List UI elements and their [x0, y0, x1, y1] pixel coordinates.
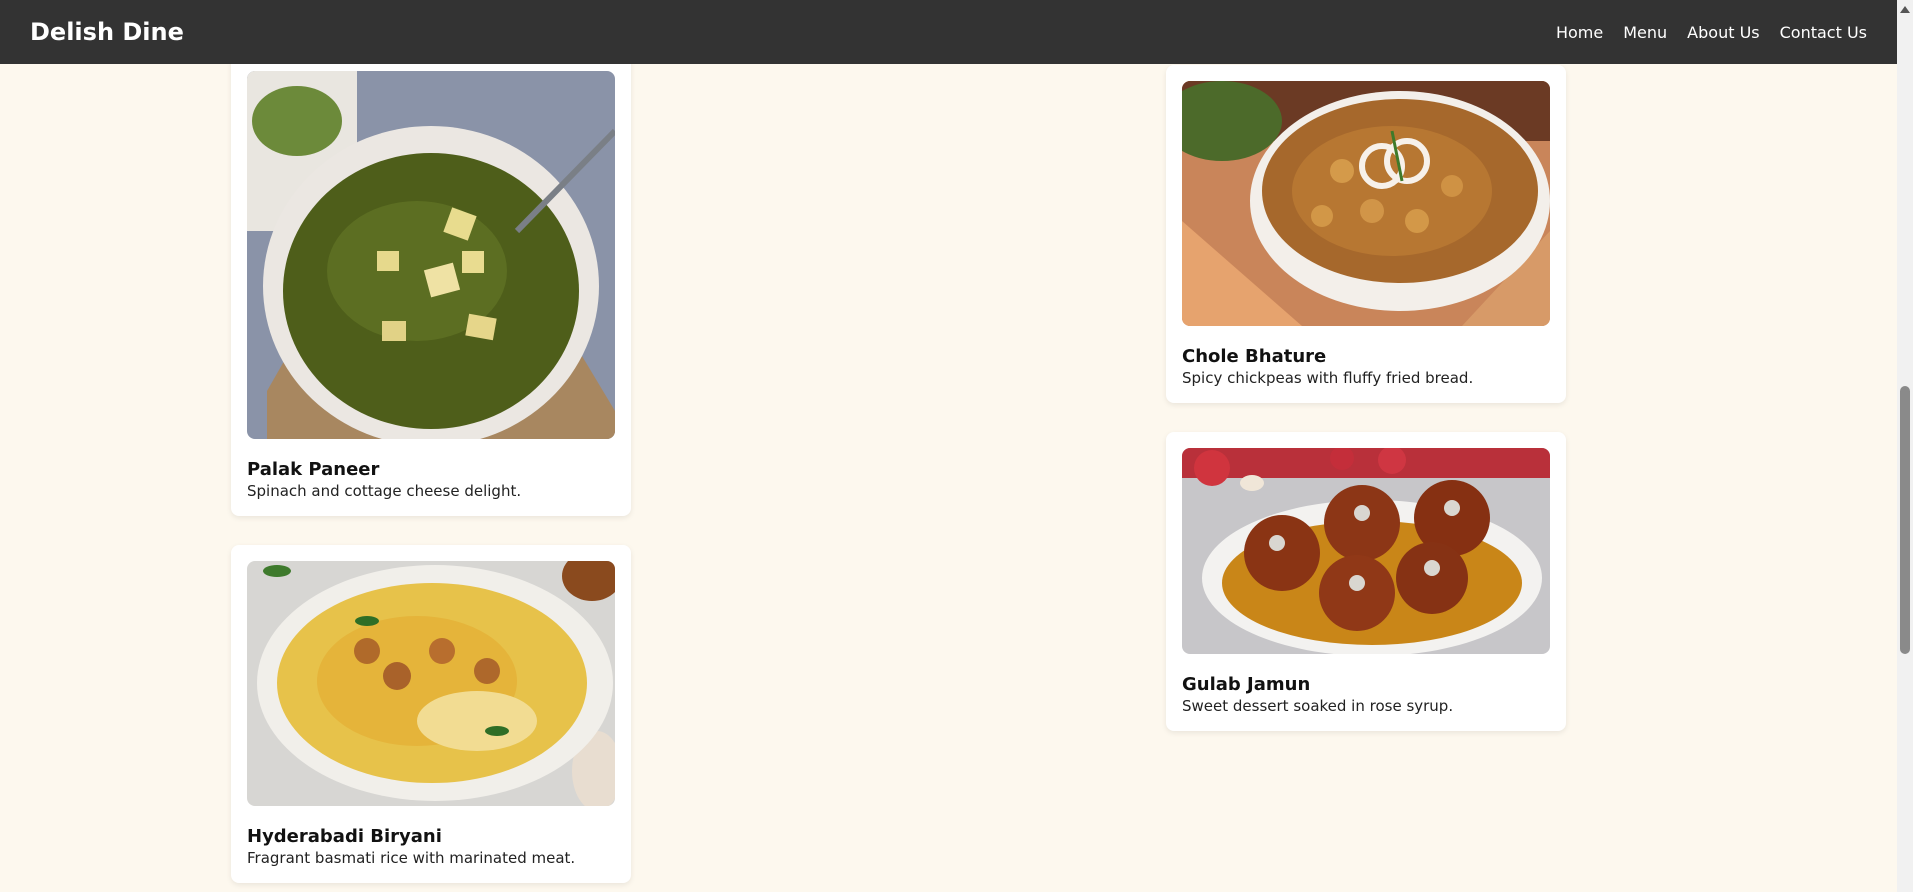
dish-name: Palak Paneer	[247, 459, 380, 480]
nav-link-contact[interactable]: Contact Us	[1780, 23, 1867, 42]
nav-link-menu[interactable]: Menu	[1623, 23, 1667, 42]
navbar: Delish Dine Home Menu About Us Contact U…	[0, 0, 1897, 64]
scrollbar[interactable]	[1897, 0, 1913, 892]
nav-link-home[interactable]: Home	[1556, 23, 1603, 42]
dish-photo-gulab-jamun	[1182, 448, 1550, 654]
dish-description: Spinach and cottage cheese delight.	[247, 482, 522, 500]
dish-card-chole-bhature[interactable]: Chole Bhature Spicy chickpeas with fluff…	[1166, 65, 1566, 403]
dish-card-palak-paneer[interactable]: Palak Paneer Spinach and cottage cheese …	[231, 55, 631, 516]
scroll-up-arrow-icon[interactable]	[1900, 6, 1910, 13]
dish-photo-palak-paneer	[247, 71, 615, 439]
dish-description: Sweet dessert soaked in rose syrup.	[1182, 697, 1454, 715]
scrollbar-thumb[interactable]	[1900, 386, 1910, 654]
dish-name: Gulab Jamun	[1182, 674, 1311, 695]
dish-name: Chole Bhature	[1182, 346, 1327, 367]
dish-name: Hyderabadi Biryani	[247, 826, 442, 847]
dish-card-gulab-jamun[interactable]: Gulab Jamun Sweet dessert soaked in rose…	[1166, 432, 1566, 731]
dish-description: Fragrant basmati rice with marinated mea…	[247, 849, 576, 867]
brand-logo[interactable]: Delish Dine	[30, 18, 184, 46]
nav-link-about[interactable]: About Us	[1687, 23, 1759, 42]
dish-card-hyderabadi-biryani[interactable]: Hyderabadi Biryani Fragrant basmati rice…	[231, 545, 631, 883]
nav-links: Home Menu About Us Contact Us	[1536, 23, 1867, 42]
dish-photo-hyderabadi-biryani	[247, 561, 615, 806]
dish-photo-chole-bhature	[1182, 81, 1550, 326]
dish-description: Spicy chickpeas with fluffy fried bread.	[1182, 369, 1474, 387]
